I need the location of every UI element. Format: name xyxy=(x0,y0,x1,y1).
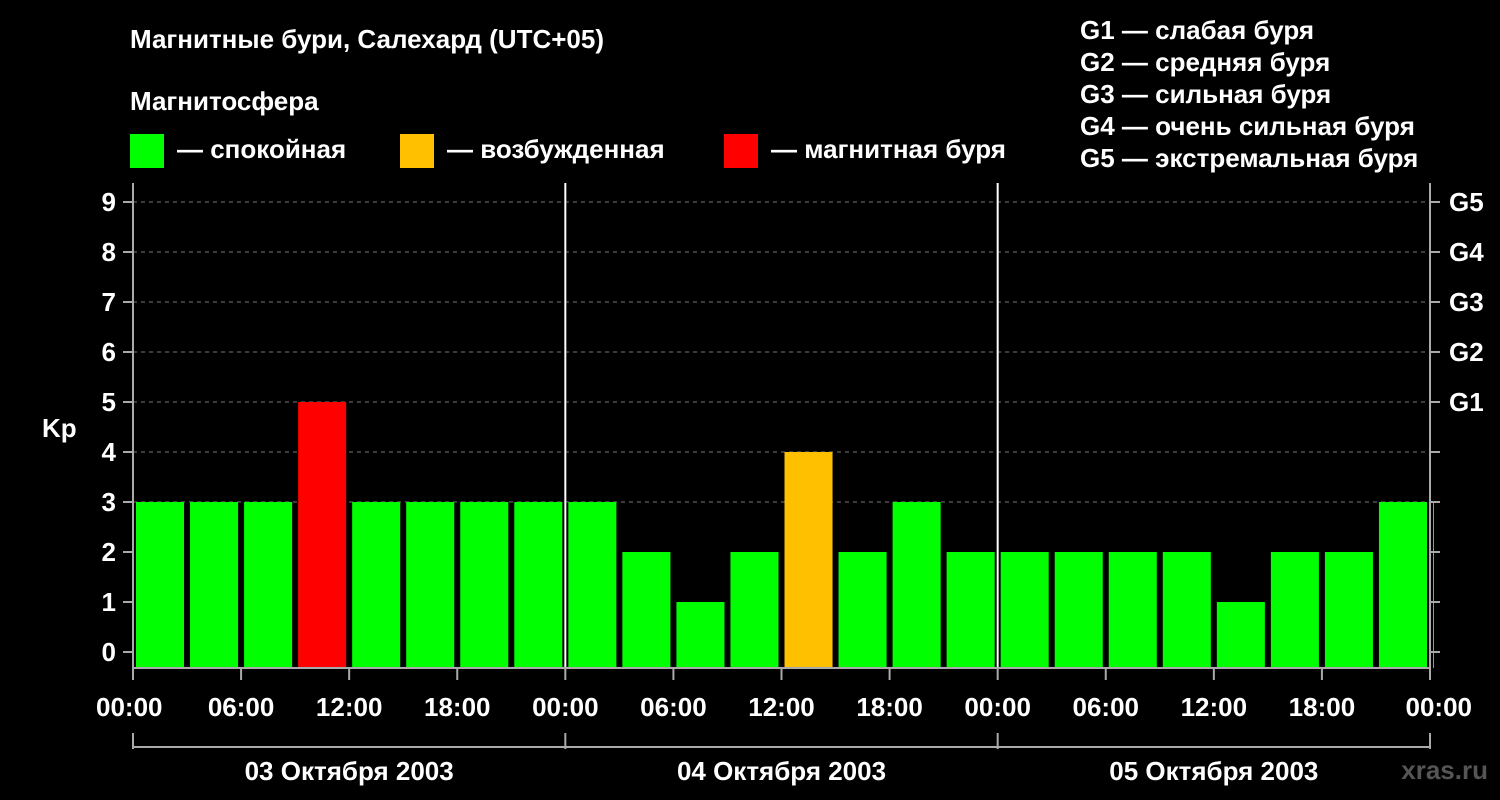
y-tick-label: 2 xyxy=(102,537,116,567)
x-tick-label: 12:00 xyxy=(1181,692,1248,722)
kp-bar xyxy=(1216,602,1265,668)
kp-bar xyxy=(676,602,725,668)
kp-bar xyxy=(1108,552,1157,668)
kp-bar xyxy=(1162,552,1211,668)
x-tick-label: 18:00 xyxy=(856,692,923,722)
kp-bar xyxy=(730,552,779,668)
x-tick-label: 00:00 xyxy=(1406,692,1473,722)
site-watermark: xras.ru xyxy=(1401,755,1488,785)
x-tick-label: 12:00 xyxy=(316,692,383,722)
g-level-label: G1 xyxy=(1449,387,1484,417)
x-tick-label: 00:00 xyxy=(964,692,1031,722)
x-tick-label: 06:00 xyxy=(1073,692,1140,722)
kp-bar xyxy=(892,502,941,668)
kp-bar xyxy=(1433,502,1434,668)
x-tick-label: 06:00 xyxy=(640,692,707,722)
kp-bar xyxy=(514,502,563,668)
y-tick-label: 3 xyxy=(102,487,116,517)
kp-bar xyxy=(784,452,833,668)
y-axis-label: Kp xyxy=(42,413,77,443)
day-label: 03 Октября 2003 xyxy=(245,756,454,786)
kp-bar xyxy=(946,552,995,668)
kp-bar xyxy=(838,552,887,668)
g-level-label: G4 xyxy=(1449,237,1484,267)
axes: 0 1 2 3 4 5 6 7 8 9 G1 G2 G3 G4 G5 Kp 00:00 06:00 12:00 18:… xyxy=(42,183,1484,786)
y-tick-label: 1 xyxy=(102,587,116,617)
bars xyxy=(136,402,1434,668)
y-tick-label: 9 xyxy=(102,187,116,217)
g-level-label: G3 xyxy=(1449,287,1484,317)
y-tick-label: 0 xyxy=(102,637,116,667)
kp-bar xyxy=(352,502,401,668)
kp-bar xyxy=(1000,552,1049,668)
kp-bar xyxy=(244,502,293,668)
kp-bar xyxy=(406,502,455,668)
g-level-label: G5 xyxy=(1449,187,1484,217)
y-tick-label: 6 xyxy=(102,337,116,367)
day-label: 05 Октября 2003 xyxy=(1109,756,1318,786)
y-tick-label: 8 xyxy=(102,237,116,267)
kp-bar xyxy=(568,502,617,668)
kp-bar xyxy=(1324,552,1373,668)
x-tick-label: 00:00 xyxy=(96,692,163,722)
kp-bar-chart: 0 1 2 3 4 5 6 7 8 9 G1 G2 G3 G4 G5 Kp 00:00 06:00 12:00 18:… xyxy=(42,183,1484,786)
kp-bar xyxy=(460,502,509,668)
kp-bar xyxy=(1378,502,1427,668)
kp-bar xyxy=(1270,552,1319,668)
kp-bar xyxy=(298,402,347,668)
day-label: 04 Октября 2003 xyxy=(677,756,886,786)
x-tick-label: 18:00 xyxy=(424,692,491,722)
kp-bar xyxy=(1054,552,1103,668)
x-tick-label: 12:00 xyxy=(748,692,815,722)
y-tick-label: 4 xyxy=(102,437,117,467)
g-level-label: G2 xyxy=(1449,337,1484,367)
kp-bar xyxy=(190,502,239,668)
kp-bar xyxy=(622,552,671,668)
y-tick-label: 7 xyxy=(102,287,116,317)
x-tick-label: 06:00 xyxy=(208,692,275,722)
kp-bar xyxy=(136,502,185,668)
x-tick-label: 18:00 xyxy=(1289,692,1356,722)
x-tick-label: 00:00 xyxy=(532,692,599,722)
y-tick-label: 5 xyxy=(102,387,116,417)
